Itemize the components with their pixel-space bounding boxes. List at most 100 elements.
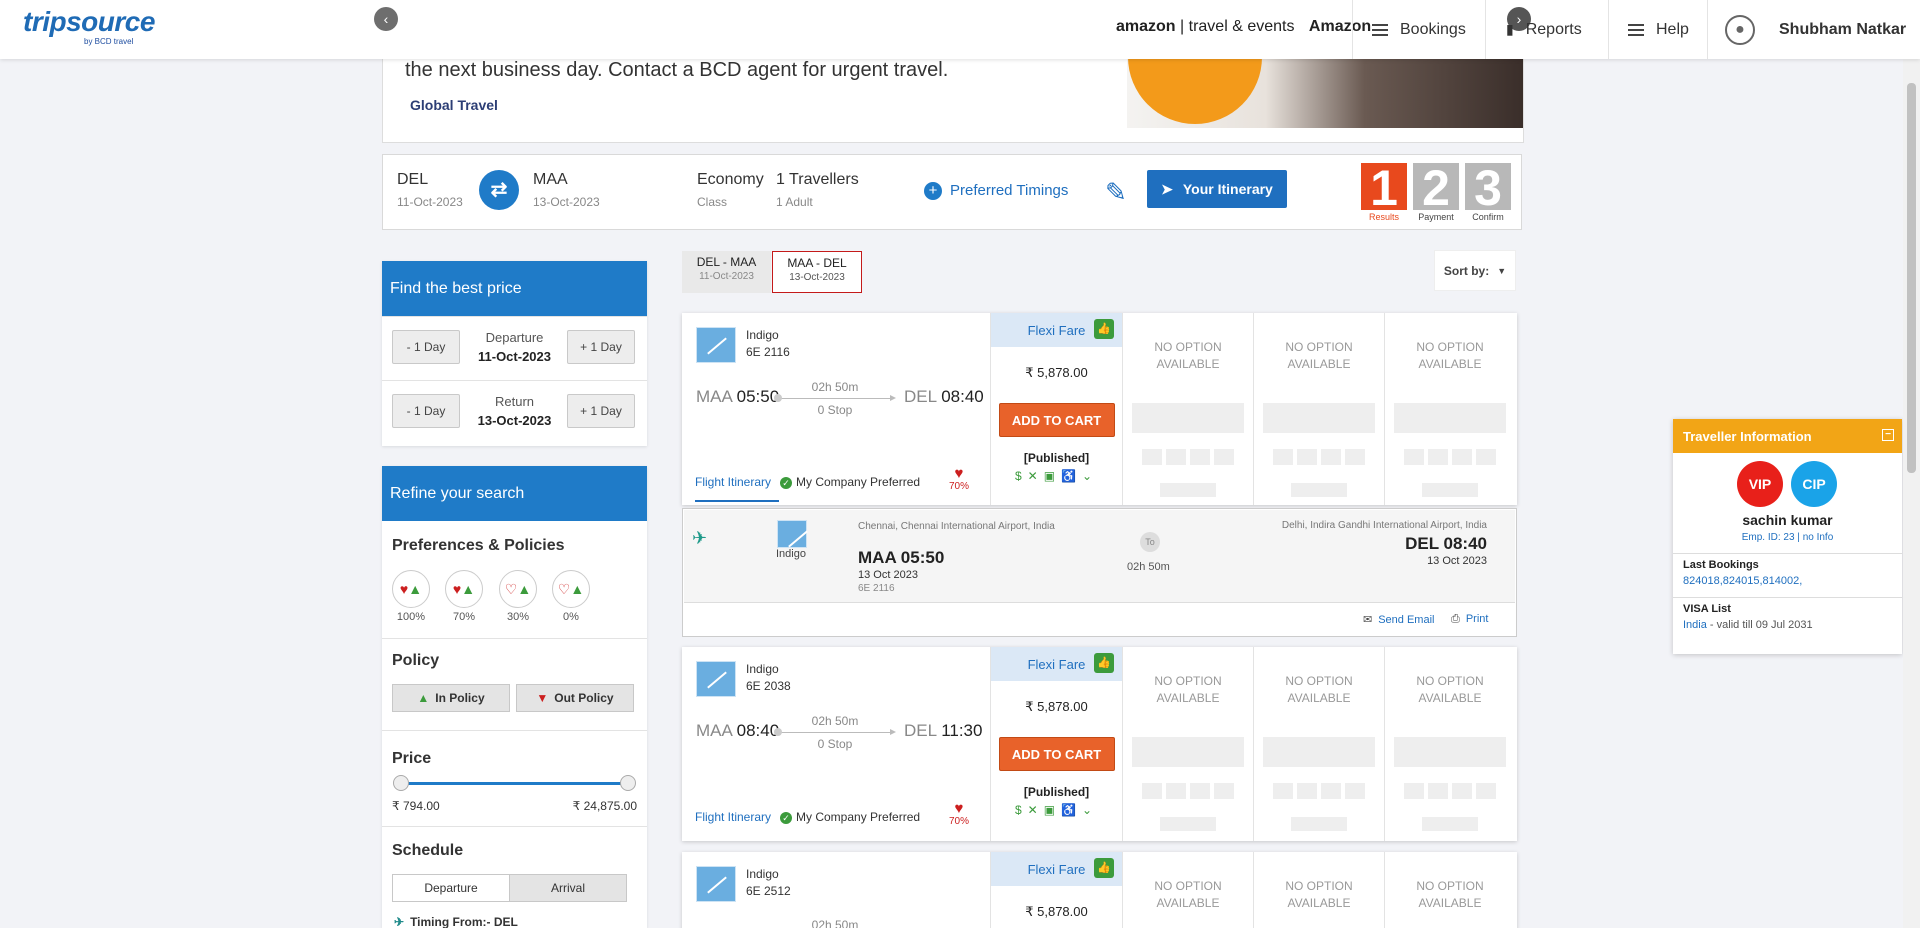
promo-banner: the next business day. Contact a BCD age… (382, 50, 1524, 143)
thumbs-up-icon: ▲ (461, 581, 476, 597)
preference-level: 70% (452, 611, 476, 623)
vertical-scrollbar[interactable] (1903, 59, 1920, 928)
departure-minus-day-button[interactable]: - 1 Day (392, 330, 460, 364)
preference-100-filter[interactable]: ♥ ▲ (392, 570, 430, 608)
preference-30-filter[interactable]: ♡ ▲ (499, 570, 537, 608)
header-divider (1485, 0, 1486, 59)
add-to-cart-button[interactable]: ADD TO CART (998, 403, 1115, 437)
route-line (774, 394, 896, 402)
step-payment: 2 (1413, 163, 1459, 210)
destination-code: MAA (533, 171, 568, 188)
amazon-travel-events[interactable]: amazon | travel & events Amazon (1116, 18, 1371, 36)
flight-itinerary-tab[interactable]: Flight Itinerary (695, 810, 771, 824)
amenities-icons[interactable]: $✕▣♿⌄ (991, 469, 1122, 483)
airline-info: Indigo 6E 2038 (746, 661, 791, 695)
flight-itinerary-tab[interactable]: Flight Itinerary (695, 475, 771, 489)
last-bookings-label: Last Bookings (1683, 559, 1759, 571)
search-summary-bar: DEL 11-Oct-2023 ⇄ MAA 13-Oct-2023 Econom… (382, 154, 1522, 230)
collapse-icon[interactable]: − (1882, 429, 1894, 441)
traveller-info-header[interactable]: Traveller Information − (1673, 419, 1902, 453)
scrollbar-thumb[interactable] (1907, 83, 1916, 473)
return-plus-day-button[interactable]: + 1 Day (567, 394, 635, 428)
reports-menu[interactable]: ▮ Reports (1506, 0, 1582, 59)
refine-title: Refine your search (382, 466, 647, 521)
send-email-link[interactable]: ✉ Send Email (1363, 613, 1434, 626)
thumbs-up-icon: ▲ (408, 581, 423, 597)
tripsource-logo[interactable]: tripsource by BCD travel (23, 6, 155, 46)
edit-pencil-icon[interactable]: ✎ (1105, 177, 1127, 208)
return-minus-day-button[interactable]: - 1 Day (392, 394, 460, 428)
company-preferred-label: My Company Preferred (796, 810, 921, 824)
origin-block[interactable]: DEL 11-Oct-2023 (397, 171, 463, 209)
price-slider-track[interactable] (401, 782, 628, 785)
origin-date: 11-Oct-2023 (397, 195, 463, 209)
menu-icon (1372, 21, 1388, 39)
out-policy-label: Out Policy (554, 691, 614, 705)
dep-time: 08:40 (736, 721, 780, 740)
preference-indicator: ♥ 70% (947, 800, 971, 827)
class-block[interactable]: Economy Class (697, 171, 764, 209)
amenities-icons[interactable]: $✕▣♿⌄ (991, 803, 1122, 817)
fare-option-empty: NO OPTION AVAILABLE (1122, 852, 1253, 928)
destination-block[interactable]: MAA 13-Oct-2023 (533, 171, 600, 209)
schedule-departure-tab[interactable]: Departure (392, 874, 510, 902)
heart-icon: ♥ (452, 581, 462, 597)
heart-icon: ♥ (954, 800, 964, 817)
travellers-value: 1 Travellers (776, 171, 859, 188)
user-menu[interactable]: ● Shubham Natkar (1725, 0, 1906, 59)
class-label: Class (697, 195, 728, 209)
stops: 0 Stop (817, 403, 853, 417)
preferred-timings-label: Preferred Timings (950, 182, 1069, 199)
arr-time: 11:30 (941, 721, 983, 740)
no-option-label: NO OPTION AVAILABLE (1285, 879, 1353, 910)
price-slider-max-handle[interactable] (620, 775, 636, 791)
global-travel-logo: Global Travel (410, 97, 498, 113)
route-tab-date: 13-Oct-2023 (789, 272, 845, 283)
company-preferred: ✓ My Company Preferred (780, 475, 920, 489)
schedule-arrival-tab[interactable]: Arrival (509, 874, 627, 902)
thumbs-up-icon: ▲ (417, 691, 430, 705)
swap-route-icon[interactable]: ⇄ (479, 170, 519, 210)
add-to-cart-button[interactable]: ADD TO CART (998, 737, 1115, 771)
route-tab-outbound[interactable]: DEL - MAA 11-Oct-2023 (682, 251, 771, 293)
preference-0-filter[interactable]: ♡ ▲ (552, 570, 590, 608)
fare-price: ₹ 5,878.00 (1025, 365, 1088, 380)
fare-option-empty: NO OPTION AVAILABLE (1122, 313, 1253, 505)
price-slider-min-handle[interactable] (393, 775, 409, 791)
sort-dropdown[interactable]: Sort by: ▼ (1434, 250, 1516, 291)
itinerary-detail-body: ✈ Indigo Chennai, Chennai International … (684, 510, 1515, 603)
visa-country[interactable]: India (1683, 619, 1707, 631)
out-policy-button[interactable]: ▼ Out Policy (516, 684, 634, 712)
fare-option-empty: NO OPTION AVAILABLE (1122, 647, 1253, 841)
fare-column: Flexi Fare 👍 ₹ 5,878.00 ADD TO CART [Publ… (990, 647, 1122, 841)
pref-percent: 70% (948, 481, 969, 492)
bookings-menu[interactable]: Bookings (1372, 0, 1466, 59)
duration: 02h 50m (811, 918, 859, 928)
last-bookings-links[interactable]: 824018,824015,814002, (1683, 575, 1802, 587)
no-option-label: NO OPTION AVAILABLE (1154, 674, 1222, 705)
section-divider (382, 826, 647, 827)
travellers-block[interactable]: 1 Travellers 1 Adult (776, 171, 859, 209)
departure-plus-day-button[interactable]: + 1 Day (567, 330, 635, 364)
fare-column: Flexi Fare 👍 ₹ 5,878.00 (990, 852, 1122, 928)
back-arrow-icon[interactable]: ‹ (374, 7, 398, 31)
departure-date: 11-Oct-2023 (478, 349, 551, 364)
help-menu[interactable]: Help (1628, 0, 1689, 59)
preference-70-filter[interactable]: ♥ ▲ (445, 570, 483, 608)
route-tab-return[interactable]: MAA - DEL 13-Oct-2023 (772, 251, 862, 293)
thumbs-up-icon: ▲ (517, 581, 532, 597)
help-label: Help (1656, 20, 1689, 38)
logo-subtext: by BCD travel (84, 37, 134, 46)
step-label: Payment (1418, 212, 1454, 222)
preferred-timings-link[interactable]: + Preferred Timings (924, 182, 1069, 201)
flight-card: Indigo 6E 2116 MAA 05:50 02h 50m 0 Stop … (682, 313, 1517, 505)
emp-id: Emp. ID: 23 (1741, 532, 1795, 543)
traveller-name: sachin kumar (1742, 512, 1833, 528)
fare-option-empty: NO OPTION AVAILABLE (1384, 647, 1515, 841)
print-link[interactable]: ⎙ Print (1451, 613, 1488, 626)
your-itinerary-button[interactable]: ➤ Your Itinerary (1147, 170, 1287, 208)
duration: 02h 50m (811, 380, 859, 394)
step-confirm: 3 (1465, 163, 1511, 210)
in-policy-button[interactable]: ▲ In Policy (392, 684, 510, 712)
no-info-link[interactable]: no Info (1803, 532, 1834, 543)
